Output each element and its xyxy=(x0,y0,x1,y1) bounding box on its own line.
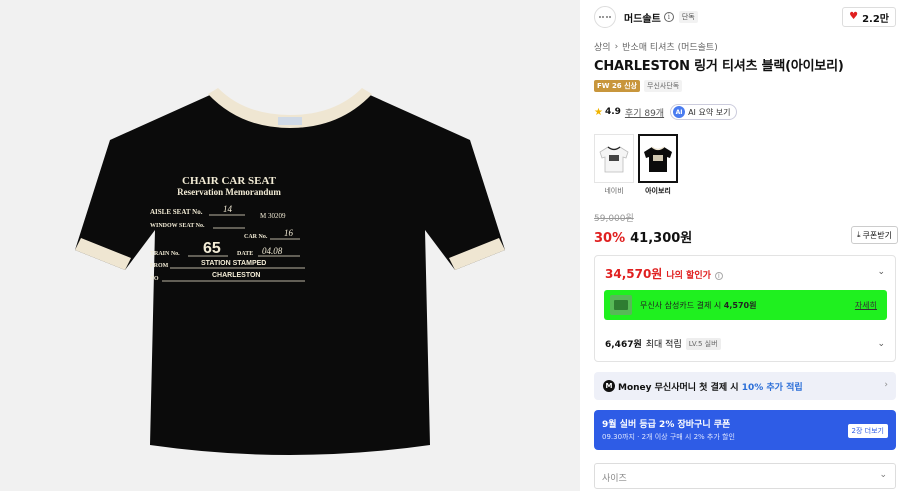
season-badge: FW 26 신상 xyxy=(594,80,640,92)
rating-score: 4.9 xyxy=(604,107,621,117)
print-to: TO xyxy=(150,276,159,282)
benefit-box: 34,570원 나의 할인가 i ⌄ 무신사 삼성카드 결제 시 4,570원 … xyxy=(594,255,896,362)
variant-label: 네이비 xyxy=(604,187,624,195)
points-row[interactable]: 6,467원 최대 적립 LV.5 실버 xyxy=(605,337,721,350)
print-car-val: 16 xyxy=(284,228,294,238)
print-to-val: CHARLESTON xyxy=(212,272,260,279)
my-discount-price[interactable]: 34,570원 나의 할인가 i xyxy=(605,265,723,282)
brand-logo[interactable] xyxy=(594,6,616,28)
brand-name[interactable]: 머드솔트 xyxy=(624,10,661,25)
chevron-down-icon[interactable]: ⌄ xyxy=(877,267,885,277)
cart-coupon-banner[interactable]: 9월 실버 등급 2% 장바구니 쿠폰 09.30까지 · 2개 이상 구매 시… xyxy=(594,410,896,450)
print-date-val: 04.08 xyxy=(262,246,283,256)
rating-row: ★ 4.9 후기 89개 AI AI 요약 보기 xyxy=(594,104,738,120)
chevron-right-icon: › xyxy=(614,41,619,52)
variant-navy[interactable]: 네이비 xyxy=(594,134,634,196)
color-variants: 네이비 아이보리 xyxy=(594,134,678,196)
points-label: 최대 적립 xyxy=(645,340,682,350)
ai-summary-button[interactable]: AI AI 요약 보기 xyxy=(670,104,738,120)
size-select-placeholder: 사이즈 xyxy=(602,474,627,484)
print-from: FROM xyxy=(150,263,169,269)
print-date: DATE xyxy=(237,251,253,257)
level-badge: LV.5 실버 xyxy=(685,337,721,350)
money-icon: M xyxy=(603,380,615,392)
card-detail-link[interactable]: 자세히 xyxy=(855,300,877,311)
print-from-val: STATION STAMPED xyxy=(201,260,266,267)
tshirt-illustration: CHAIR CAR SEAT Reservation Memorandum AI… xyxy=(75,88,505,455)
star-icon: ★ xyxy=(594,106,603,118)
exclusive-badge: 단독 xyxy=(678,11,698,23)
variant-label: 아이보리 xyxy=(645,187,671,195)
breadcrumb-category[interactable]: 상의 xyxy=(594,40,611,53)
print-line-1: CHAIR CAR SEAT xyxy=(182,175,277,187)
like-count: 2.2만 xyxy=(862,13,889,25)
price-row: 30% 41,300원 xyxy=(594,227,692,246)
my-price-amount: 34,570원 xyxy=(605,267,663,281)
coupon-banner-title: 9월 실버 등급 2% 장바구니 쿠폰 xyxy=(602,420,731,430)
original-price: 59,000원 xyxy=(594,214,634,224)
money-banner-text: Money 무신사머니 첫 결제 시 10% 추가 적립 xyxy=(618,382,803,393)
product-title: CHARLESTON 링거 티셔츠 블랙(아이보리) xyxy=(594,59,844,74)
review-count-link[interactable]: 후기 89개 xyxy=(625,106,664,119)
coupon-banner-subtitle: 09.30까지 · 2개 이상 구매 시 2% 추가 할인 xyxy=(602,433,735,441)
breadcrumb-subcategory[interactable]: 반소매 티셔츠 (머드솔트) xyxy=(622,40,718,53)
print-train: TRAIN No. xyxy=(150,251,180,257)
musinsa-exclusive-badge: 무신사단독 xyxy=(644,80,683,92)
print-serial: M 30209 xyxy=(260,212,286,220)
my-price-label: 나의 할인가 xyxy=(666,271,711,281)
musinsa-money-banner[interactable]: M Money 무신사머니 첫 결제 시 10% 추가 적립 › xyxy=(594,372,896,400)
sale-price: 41,300원 xyxy=(630,231,693,246)
variant-thumbnail xyxy=(594,134,634,183)
chevron-right-icon: › xyxy=(884,380,888,390)
heart-icon: ♥ xyxy=(849,11,859,22)
neck-label xyxy=(278,117,302,125)
variant-ivory[interactable]: 아이보리 xyxy=(638,134,678,196)
brand-row: 머드솔트 i 단독 ♥ 2.2만 xyxy=(594,6,898,28)
chevron-down-icon: ⌄ xyxy=(879,470,887,480)
card-image xyxy=(610,295,632,315)
discount-rate: 30% xyxy=(594,231,626,246)
coupon-button-label: 쿠폰받기 xyxy=(862,230,892,240)
ai-summary-label: AI 요약 보기 xyxy=(688,107,731,117)
ai-icon: AI xyxy=(673,106,686,118)
size-select[interactable]: 사이즈 ⌄ xyxy=(594,463,896,489)
print-line-2: Reservation Memorandum xyxy=(177,187,281,197)
product-main-image[interactable]: CHAIR CAR SEAT Reservation Memorandum AI… xyxy=(0,0,580,491)
download-icon: ⤓ xyxy=(857,230,861,239)
variant-thumbnail xyxy=(638,134,678,183)
print-aisle-val: 14 xyxy=(223,204,233,214)
points-amount: 6,467원 xyxy=(605,340,642,350)
card-benefit-text: 무신사 삼성카드 결제 시 4,570원 xyxy=(640,300,757,310)
product-tags: FW 26 신상 무신사단독 xyxy=(594,80,683,92)
card-benefit-banner[interactable]: 무신사 삼성카드 결제 시 4,570원 자세히 xyxy=(604,290,887,320)
print-window: WINDOW SEAT No. xyxy=(150,223,205,229)
product-info-panel: 머드솔트 i 단독 ♥ 2.2만 상의 › 반소매 티셔츠 (머드솔트) CHA… xyxy=(594,0,900,491)
info-icon[interactable]: i xyxy=(663,12,674,22)
breadcrumb: 상의 › 반소매 티셔츠 (머드솔트) xyxy=(594,40,718,54)
more-coupons-button[interactable]: 2장 더보기 xyxy=(847,424,888,438)
print-car: CAR No. xyxy=(244,234,268,240)
info-icon[interactable]: i xyxy=(714,272,723,280)
coupon-download-button[interactable]: ⤓ 쿠폰받기 xyxy=(851,226,898,244)
like-button[interactable]: ♥ 2.2만 xyxy=(842,7,896,27)
chevron-down-icon[interactable]: ⌄ xyxy=(877,339,885,349)
shirt-body xyxy=(75,95,505,455)
print-train-val: 65 xyxy=(203,240,221,257)
print-aisle: AISLE SEAT No. xyxy=(150,208,203,216)
